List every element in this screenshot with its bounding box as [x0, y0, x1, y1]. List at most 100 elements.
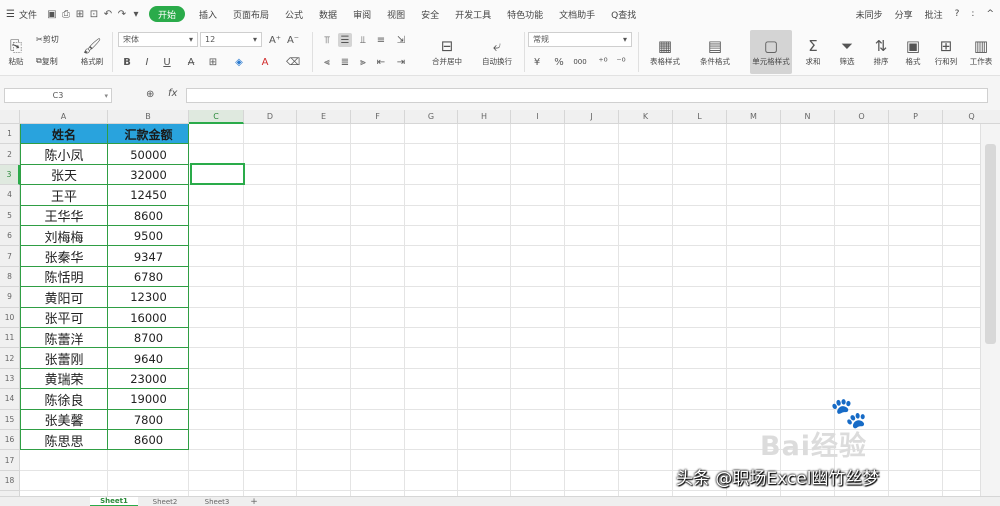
column-header-i[interactable]: I — [511, 110, 565, 124]
font-size-select[interactable]: 12 ▾ — [200, 32, 262, 47]
increase-font-icon[interactable]: A⁺ — [268, 33, 282, 47]
name-cell[interactable]: 陈徐良 — [20, 389, 108, 409]
percent-button[interactable]: % — [552, 55, 566, 69]
name-cell[interactable]: 张平可 — [20, 308, 108, 328]
name-cell[interactable]: 黄阳可 — [20, 287, 108, 307]
column-header-m[interactable]: M — [727, 110, 781, 124]
name-cell[interactable]: 陈小凤 — [20, 144, 108, 164]
number-format-select[interactable]: 常规 ▾ — [528, 32, 632, 47]
row-header-12[interactable]: 12 — [0, 348, 20, 369]
name-cell[interactable]: 黄瑞荣 — [20, 369, 108, 389]
format-button[interactable]: ▣ 格式 — [898, 30, 928, 74]
row-header-2[interactable]: 2 — [0, 144, 20, 165]
name-cell[interactable]: 陈恬明 — [20, 267, 108, 287]
column-header-d[interactable]: D — [244, 110, 297, 124]
amount-cell[interactable]: 19000 — [108, 389, 189, 409]
format-painter-button[interactable]: 🖌 格式刷 — [78, 30, 106, 74]
column-header-o[interactable]: O — [835, 110, 889, 124]
more-button[interactable]: : — [965, 0, 980, 28]
name-cell[interactable]: 张天 — [20, 165, 108, 185]
sum-button[interactable]: Σ 求和 — [798, 30, 828, 74]
column-header-j[interactable]: J — [565, 110, 619, 124]
scrollbar-thumb[interactable] — [985, 144, 996, 344]
align-right-icon[interactable]: ⫸ — [356, 55, 370, 69]
tab-view[interactable]: 视图 — [379, 0, 413, 28]
row-header-15[interactable]: 15 — [0, 409, 20, 430]
add-sheet-button[interactable]: + — [246, 497, 262, 506]
tab-developer[interactable]: 开发工具 — [447, 0, 499, 28]
formula-input[interactable] — [186, 88, 988, 103]
vertical-scrollbar[interactable] — [980, 124, 1000, 496]
row-header-8[interactable]: 8 — [0, 266, 20, 288]
tab-page-layout[interactable]: 页面布局 — [225, 0, 277, 28]
sheet-tab-2[interactable]: Sheet2 — [140, 497, 190, 506]
border-icon[interactable]: ⊞ — [206, 55, 220, 69]
cell-style-button[interactable]: ▢ 单元格样式 — [750, 30, 792, 74]
clear-format-icon[interactable]: ⌫ — [286, 55, 300, 69]
column-header-b[interactable]: B — [108, 110, 189, 124]
row-header-11[interactable]: 11 — [0, 328, 20, 349]
tab-formulas[interactable]: 公式 — [277, 0, 311, 28]
amount-cell[interactable]: 23000 — [108, 369, 189, 389]
tab-home[interactable]: 开始 — [148, 6, 185, 22]
column-header-k[interactable]: K — [619, 110, 673, 124]
amount-cell[interactable]: 6780 — [108, 267, 189, 287]
row-header-13[interactable]: 13 — [0, 368, 20, 390]
align-bottom-icon[interactable]: ⫫ — [356, 33, 370, 47]
row-header-18[interactable]: 18 — [0, 470, 20, 492]
name-cell[interactable]: 陈思思 — [20, 430, 108, 450]
strikethrough-icon[interactable]: A̶ — [184, 55, 198, 69]
row-header-1[interactable]: 1 — [0, 124, 20, 145]
help-button[interactable]: ? — [949, 0, 966, 28]
bold-button[interactable]: B — [120, 55, 134, 69]
cut-button[interactable]: ✂ 剪切 — [36, 32, 59, 46]
export-pdf-icon[interactable]: ⊞ — [73, 0, 87, 28]
print-icon[interactable]: ⎙ — [59, 0, 73, 28]
table-style-button[interactable]: ▦ 表格样式 — [642, 30, 688, 74]
distributed-align-icon[interactable]: ≡ — [374, 33, 388, 47]
redo-icon[interactable]: ↷ — [115, 0, 129, 28]
tab-review[interactable]: 审阅 — [345, 0, 379, 28]
column-header-g[interactable]: G — [405, 110, 458, 124]
tab-security[interactable]: 安全 — [413, 0, 447, 28]
indent-increase-icon[interactable]: ⇥ — [394, 55, 408, 69]
sync-status-button[interactable]: 未同步 — [850, 0, 889, 28]
thousands-button[interactable]: 000 — [570, 55, 590, 69]
search-button[interactable]: Q查找 — [603, 0, 644, 28]
underline-button[interactable]: U — [160, 55, 174, 69]
amount-cell[interactable]: 9347 — [108, 246, 189, 266]
sheet-tab-3[interactable]: Sheet3 — [192, 497, 242, 506]
worksheet-button[interactable]: ▥ 工作表 — [964, 30, 998, 74]
italic-button[interactable]: I — [140, 55, 154, 69]
file-menu[interactable]: ☰ 文件 — [0, 0, 45, 28]
tab-doc-assistant[interactable]: 文档助手 — [551, 0, 603, 28]
paste-button[interactable]: ⎘ 粘贴 — [4, 30, 28, 74]
conditional-format-button[interactable]: ▤ 条件格式 — [692, 30, 738, 74]
amount-cell[interactable]: 16000 — [108, 308, 189, 328]
row-header-6[interactable]: 6 — [0, 226, 20, 247]
row-header-9[interactable]: 9 — [0, 287, 20, 308]
name-box[interactable]: C3 ▾ — [4, 88, 112, 103]
row-header-17[interactable]: 17 — [0, 450, 20, 471]
name-cell[interactable]: 陈蕾洋 — [20, 328, 108, 348]
row-col-button[interactable]: ⊞ 行和列 — [930, 30, 962, 74]
amount-cell[interactable]: 8600 — [108, 206, 189, 226]
undo-icon[interactable]: ↶ — [101, 0, 115, 28]
font-name-select[interactable]: 宋体 ▾ — [118, 32, 198, 47]
amount-cell[interactable]: 12450 — [108, 185, 189, 205]
dropdown-icon[interactable]: ▾ — [129, 0, 143, 28]
decrease-font-icon[interactable]: A⁻ — [286, 33, 300, 47]
merge-center-button[interactable]: ⊟ 合并居中 — [424, 30, 470, 74]
active-cell-outline[interactable] — [190, 163, 245, 185]
tab-data[interactable]: 数据 — [311, 0, 345, 28]
amount-cell[interactable]: 7800 — [108, 410, 189, 430]
select-all-corner[interactable] — [0, 110, 20, 124]
copy-button[interactable]: ⧉ 复制 — [36, 54, 58, 68]
column-header-h[interactable]: H — [458, 110, 511, 124]
row-header-3[interactable]: 3 — [0, 164, 20, 186]
column-header-n[interactable]: N — [781, 110, 835, 124]
filter-button[interactable]: ⏷ 筛选 — [832, 30, 862, 74]
amount-cell[interactable]: 32000 — [108, 165, 189, 185]
sheet-tab-1[interactable]: Sheet1 — [90, 497, 138, 506]
amount-cell[interactable]: 9640 — [108, 348, 189, 368]
